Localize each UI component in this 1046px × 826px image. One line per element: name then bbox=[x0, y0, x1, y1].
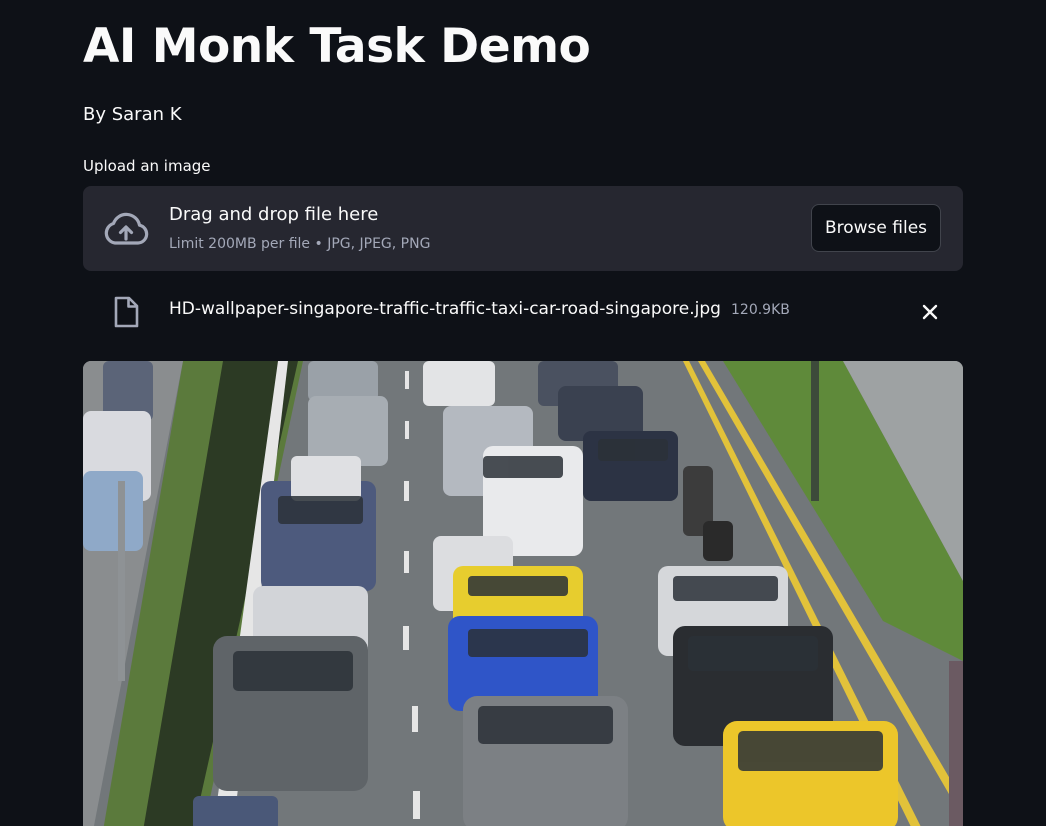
browse-files-button[interactable]: Browse files bbox=[811, 204, 941, 252]
uploaded-file-size: 120.9KB bbox=[731, 302, 790, 318]
cloud-upload-icon bbox=[103, 211, 149, 247]
uploaded-file-name: HD-wallpaper-singapore-traffic-traffic-t… bbox=[169, 299, 721, 319]
close-icon bbox=[922, 304, 938, 320]
uploaded-image-preview bbox=[83, 361, 963, 826]
uploaded-file-item: HD-wallpaper-singapore-traffic-traffic-t… bbox=[83, 288, 963, 334]
file-icon bbox=[113, 296, 139, 328]
page-title: AI Monk Task Demo bbox=[83, 19, 591, 74]
file-uploader-label: Upload an image bbox=[83, 157, 211, 175]
app-page: AI Monk Task Demo By Saran K Upload an i… bbox=[0, 0, 1046, 826]
dropzone-title: Drag and drop file here bbox=[169, 204, 379, 225]
file-dropzone[interactable]: Drag and drop file here Limit 200MB per … bbox=[83, 186, 963, 271]
author-byline: By Saran K bbox=[83, 104, 182, 125]
dropzone-instructions: Limit 200MB per file • JPG, JPEG, PNG bbox=[169, 236, 431, 252]
remove-file-button[interactable] bbox=[917, 299, 943, 325]
